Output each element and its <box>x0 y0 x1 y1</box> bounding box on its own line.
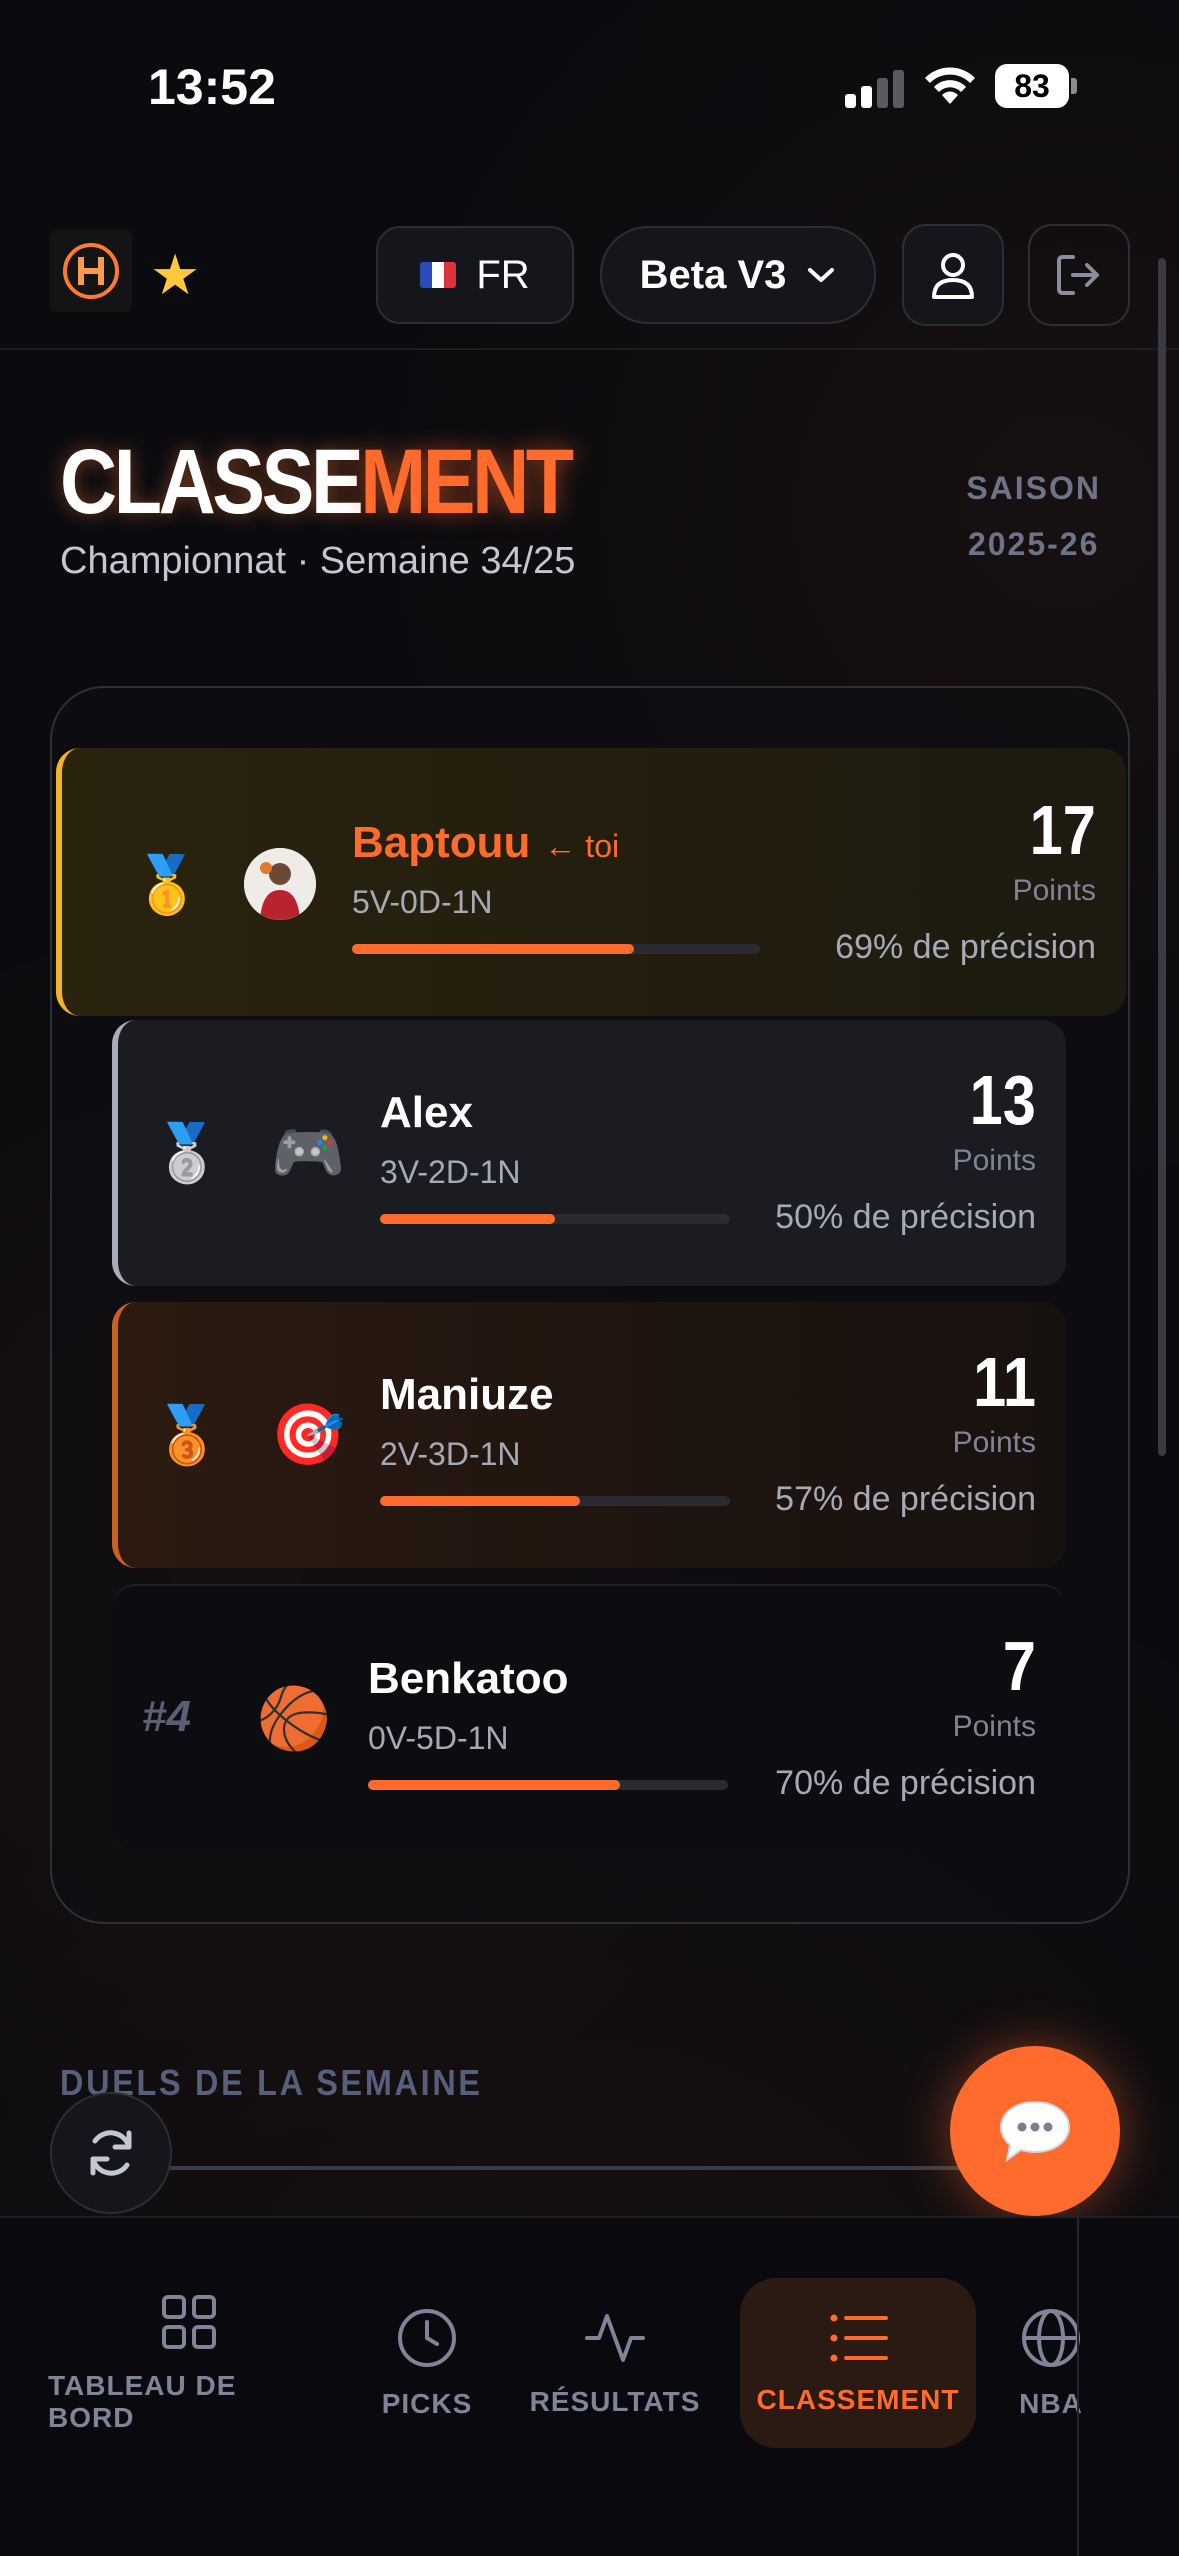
precision-progress-bar <box>380 1496 730 1506</box>
app-logo[interactable] <box>50 230 132 312</box>
precision-progress-fill <box>380 1496 580 1506</box>
player-name: Maniuze <box>380 1370 554 1419</box>
nav-classement[interactable]: CLASSEMENT <box>740 2278 976 2448</box>
language-button[interactable]: FR <box>376 226 574 324</box>
user-icon <box>932 253 974 299</box>
ranking-row-4[interactable]: #4 🏀 Benkatoo 0V-5D-1N 7 Points 70% de p… <box>112 1584 1066 1850</box>
player-points: 11 <box>973 1343 1036 1421</box>
ranking-row-3[interactable]: 🥉 🎯 Maniuze 2V-3D-1N 11 Points 57% de pr… <box>112 1302 1066 1568</box>
nav-label: RÉSULTATS <box>529 2386 701 2417</box>
player-record: 5V-0D-1N <box>352 884 493 920</box>
season-label: SAISON <box>966 470 1101 506</box>
page-title-orange: MENT <box>360 431 574 533</box>
favorite-star-icon[interactable]: ★ <box>150 242 200 308</box>
precision-progress-fill <box>352 944 634 954</box>
refresh-button[interactable] <box>50 2092 172 2214</box>
page-subtitle: Championnat · Semaine 34/25 <box>60 540 576 582</box>
precision-text: 57% de précision <box>775 1480 1036 1518</box>
avatar <box>244 848 316 920</box>
activity-icon <box>585 2314 645 2362</box>
nav-fade-edge <box>1077 2216 1079 2556</box>
player-name: Alex <box>380 1088 473 1137</box>
profile-button[interactable] <box>902 224 1004 326</box>
nav-label: NBA <box>1019 2388 1083 2419</box>
logout-button[interactable] <box>1028 224 1130 326</box>
player-points: 13 <box>969 1061 1036 1139</box>
player-name: Benkatoo <box>368 1654 569 1703</box>
nav-label: TABLEAU DE BORD <box>48 2370 237 2433</box>
season-badge: SAISON 2025-26 <box>966 460 1101 572</box>
player-photo-icon <box>244 848 316 920</box>
ranking-row-2[interactable]: 🥈 🎮 Alex 3V-2D-1N 13 Points 50% de préci… <box>112 1020 1066 1286</box>
player-name-text: Baptouu <box>352 818 531 867</box>
precision-progress-fill <box>380 1214 555 1224</box>
clock-icon <box>398 2309 456 2367</box>
status-time: 13:52 <box>148 59 276 115</box>
nav-nba[interactable]: NBA <box>1006 2278 1096 2448</box>
points-label: Points <box>952 1710 1036 1743</box>
chevron-down-icon <box>808 268 835 282</box>
nav-label: PICKS <box>381 2388 473 2419</box>
rank-number: #4 <box>142 1692 191 1741</box>
duels-divider <box>160 2166 1040 2170</box>
nav-label: CLASSEMENT <box>756 2384 960 2415</box>
player-name: Baptouu ← toi <box>352 818 619 868</box>
version-label: Beta V3 <box>639 252 787 297</box>
app-header: ★ FR Beta V3 <box>0 200 1179 350</box>
version-dropdown[interactable]: Beta V3 <box>600 226 876 324</box>
bronze-medal-icon: 🥉 <box>152 1403 222 1466</box>
nav-tableau-de-bord[interactable]: TABLEAU DE BORD <box>48 2278 330 2448</box>
chat-button[interactable] <box>950 2046 1120 2216</box>
precision-text: 70% de précision <box>775 1764 1036 1802</box>
grid-icon <box>162 2295 216 2349</box>
season-value: 2025-26 <box>967 526 1100 562</box>
player-record: 2V-3D-1N <box>380 1436 521 1472</box>
chat-bubble-icon <box>999 2100 1071 2163</box>
language-label: FR <box>476 252 530 297</box>
gold-medal-icon: 🥇 <box>132 853 202 916</box>
player-points: 17 <box>1029 791 1096 869</box>
page-title: CLASSEMENT <box>60 430 574 535</box>
player-record: 0V-5D-1N <box>368 1720 509 1756</box>
france-flag-icon <box>420 262 457 288</box>
logo-icon <box>63 243 119 299</box>
wifi-icon <box>925 67 975 104</box>
points-label: Points <box>1012 874 1096 907</box>
points-label: Points <box>952 1426 1036 1459</box>
ranking-row-1[interactable]: 🥇 Baptouu ← toi 5V-0D-1N 17 Points 69% de… <box>56 748 1126 1016</box>
globe-icon <box>1022 2309 1080 2367</box>
battery-icon: 83 <box>995 64 1077 108</box>
precision-text: 69% de précision <box>835 928 1096 966</box>
bottom-navigation: TABLEAU DE BORD PICKS RÉSULTATS CLASSEME… <box>0 2216 1179 2556</box>
status-bar: 13:52 83 <box>0 0 1179 170</box>
player-record: 3V-2D-1N <box>380 1154 521 1190</box>
silver-medal-icon: 🥈 <box>152 1121 222 1184</box>
precision-progress-bar <box>368 1780 728 1790</box>
nav-resultats[interactable]: RÉSULTATS <box>522 2278 708 2448</box>
battery-level: 83 <box>1014 67 1050 104</box>
nav-picks[interactable]: PICKS <box>364 2278 490 2448</box>
precision-text: 50% de précision <box>775 1198 1036 1236</box>
precision-progress-bar <box>352 944 760 954</box>
page-scrollbar[interactable] <box>1158 258 1166 1456</box>
points-label: Points <box>952 1144 1036 1177</box>
basketball-icon: 🏀 <box>256 1684 332 1752</box>
precision-progress-bar <box>380 1214 730 1224</box>
cellular-signal-icon <box>845 68 905 108</box>
target-icon: 🎯 <box>270 1400 346 1468</box>
list-icon <box>830 2314 888 2362</box>
player-points: 7 <box>1002 1627 1036 1705</box>
refresh-icon <box>90 2130 132 2176</box>
precision-progress-fill <box>368 1780 620 1790</box>
logout-icon <box>1057 255 1099 295</box>
you-marker: ← toi <box>544 828 620 864</box>
page-title-white: CLASSE <box>60 431 364 533</box>
gamepad-icon: 🎮 <box>270 1118 346 1186</box>
